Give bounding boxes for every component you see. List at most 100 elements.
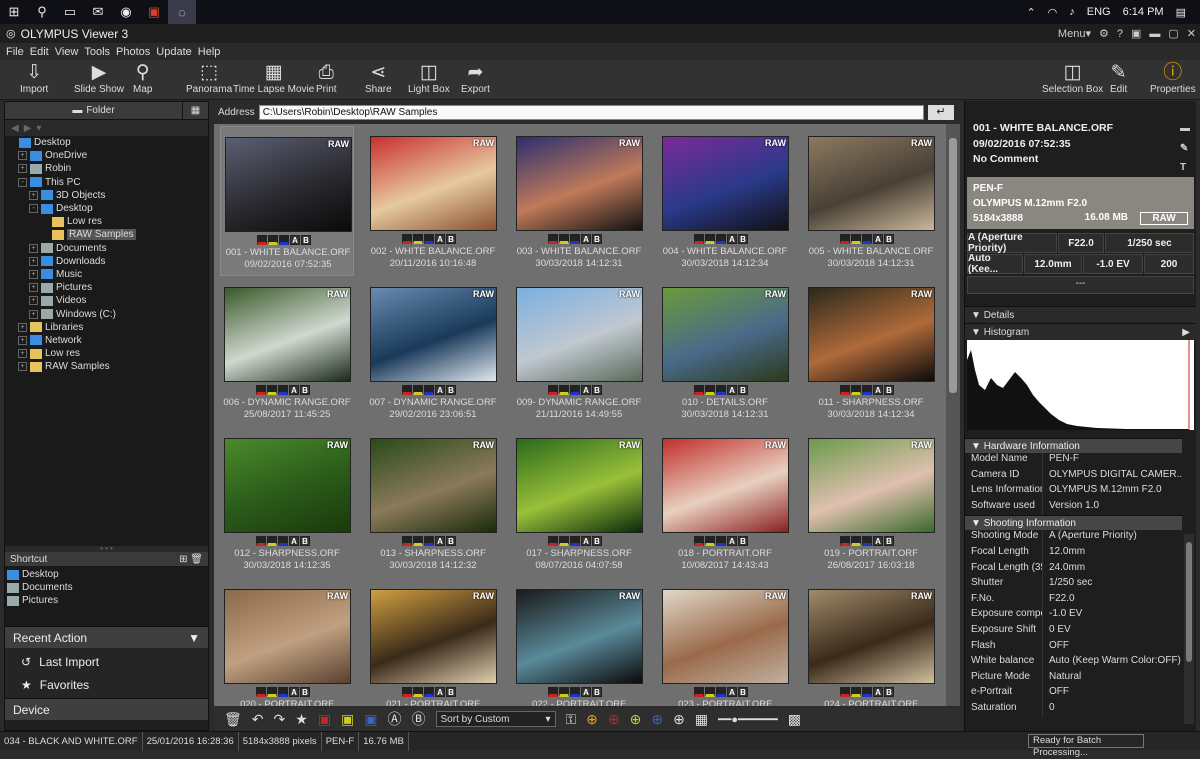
mark-icon[interactable] [413,536,423,546]
mark-icon[interactable] [424,385,434,395]
thumbnail-item[interactable]: RAW A B 001 - WHITE BALANCE.ORF 09/02/2016 0… [220,126,354,276]
rotate-left-icon[interactable]: ↶ [252,711,264,728]
mark-icon[interactable]: B [592,536,602,546]
menu-help[interactable]: Help [198,46,221,58]
expand-toggle-icon[interactable]: + [18,349,27,359]
tree-item[interactable]: - This PC [5,176,208,189]
menu-edit[interactable]: Edit [30,46,49,58]
print-button[interactable]: ⎙ Print [316,62,337,95]
mark-icon[interactable] [694,385,704,395]
panorama-button[interactable]: ⬚ Panorama [186,62,232,95]
mark-icon[interactable]: A [435,536,445,546]
mark-icon[interactable] [570,536,580,546]
lightbox-button[interactable]: ◫ Light Box [408,62,450,95]
mark-icon[interactable] [257,235,267,245]
expand-toggle-icon[interactable]: + [18,335,27,345]
mark-icon[interactable] [705,687,715,697]
mark-icon[interactable] [267,687,277,697]
mark-icon[interactable]: A [435,687,445,697]
photo-thumbnail[interactable]: RAW [516,589,643,684]
mark-icon[interactable] [402,234,412,244]
mail-icon[interactable]: ✉ [84,0,112,24]
thumbnail-item[interactable]: RAW A B 003 - WHITE BALANCE.ORF 30/03/2018 1… [512,126,646,276]
mark-icon[interactable] [267,536,277,546]
mark-icon[interactable]: A [581,234,591,244]
thumbnail-item[interactable]: RAW A B 024 - PORTRAIT.ORF [804,579,938,706]
clock[interactable]: 6:14 PM [1123,6,1164,18]
recent-action-header[interactable]: Recent Action ▼ [5,626,208,648]
photo-thumbnail[interactable]: RAW [662,589,789,684]
thumbnail-item[interactable]: RAW A B 017 - SHARPNESS.ORF 08/07/2016 04:07… [512,428,646,578]
trash-icon[interactable]: 🗑 [224,711,242,728]
tree-item[interactable]: + Robin [5,162,208,175]
folder-tab[interactable]: ▬ Folder [5,102,182,119]
shortcut-actions[interactable]: ⊞ 🗑 [179,554,203,565]
mark-icon[interactable] [278,536,288,546]
expand-toggle-icon[interactable]: + [18,151,27,161]
mark-icon[interactable] [570,234,580,244]
zoom-fit-icon[interactable]: ⊕ [586,711,598,728]
thumbnail-size-small-icon[interactable]: ▦ [695,711,708,728]
slideshow-button[interactable]: ▶ Slide Show [74,62,124,95]
mark-icon[interactable]: A [727,385,737,395]
mark-icon[interactable]: A [581,687,591,697]
photo-thumbnail[interactable]: RAW [224,287,351,382]
thumbnail-item[interactable]: RAW A B 002 - WHITE BALANCE.ORF 20/11/2016 1… [366,126,500,276]
minimize-button[interactable]: ▬ [1149,28,1160,40]
mark-icon[interactable]: B [738,234,748,244]
mark-icon[interactable] [279,235,289,245]
expand-toggle-icon[interactable]: + [18,322,27,332]
mark-icon[interactable]: A [873,536,883,546]
thumbnail-size-large-icon[interactable]: ▩ [788,711,801,728]
expand-toggle-icon[interactable]: + [29,269,38,279]
mark-icon[interactable] [840,536,850,546]
layout-icon[interactable]: ▣ [1131,27,1141,40]
import-button[interactable]: ⇩ Import [20,62,48,95]
mark-icon[interactable] [851,234,861,244]
thumbnail-item[interactable]: RAW A B 004 - WHITE BALANCE.ORF 30/03/2018 1… [658,126,792,276]
address-field[interactable]: C:\Users\Robin\Desktop\RAW Samples [258,104,924,120]
mark-icon[interactable] [716,385,726,395]
mark-icon[interactable]: B [301,235,311,245]
tree-item[interactable]: + Downloads [5,255,208,268]
tree-item[interactable]: - Desktop [5,202,208,215]
mark-icon[interactable] [256,687,266,697]
text-icon[interactable]: T [1180,160,1190,176]
thumbnail-item[interactable]: RAW A B 020 - PORTRAIT.ORF [220,579,354,706]
photo-thumbnail[interactable]: RAW [662,438,789,533]
search-icon[interactable]: ⚲ [28,0,56,24]
mark-icon[interactable] [840,385,850,395]
expand-toggle-icon[interactable]: - [18,177,27,187]
volume-icon[interactable]: ♪ [1069,6,1075,18]
zoom-red-icon[interactable]: ⊕ [608,711,620,728]
properties-scrollbar[interactable] [1184,534,1194,724]
mark-a-icon[interactable]: Ⓐ [388,709,402,729]
photo-thumbnail[interactable]: RAW [370,287,497,382]
mark-icon[interactable] [851,687,861,697]
device-header[interactable]: Device [5,698,208,720]
menu-button[interactable]: Menu▾ [1058,27,1091,40]
mark-icon[interactable]: B [592,385,602,395]
task-view-icon[interactable]: ▭ [56,0,84,24]
scrollbar-thumb[interactable] [1186,542,1192,662]
mark-icon[interactable] [570,687,580,697]
expand-toggle-icon[interactable]: - [29,204,38,214]
photo-thumbnail[interactable]: RAW [516,136,643,231]
mark-icon[interactable]: B [592,234,602,244]
chevron-up-icon[interactable]: ⌃ [1026,6,1035,19]
mark-icon[interactable] [694,687,704,697]
details-header[interactable]: ▼ Details [965,306,1196,323]
shortcut-item[interactable]: Pictures [5,594,208,607]
thumbnail-item[interactable]: RAW A B 006 - DYNAMIC RANGE.ORF 25/08/2017 1… [220,277,354,427]
thumbnail-item[interactable]: RAW A B 021 - PORTRAIT.ORF [366,579,500,706]
mark-icon[interactable] [548,385,558,395]
star-rating-icon[interactable]: ★ [295,711,308,728]
mark-icon[interactable]: B [592,687,602,697]
last-import-item[interactable]: ↺ Last Import [5,650,208,673]
mark-icon[interactable] [559,234,569,244]
mark-icon[interactable] [548,234,558,244]
dropdown-icon[interactable]: ▾ [36,123,41,134]
tree-item[interactable]: + Low res [5,347,208,360]
mark-icon[interactable] [559,536,569,546]
tree-item[interactable]: + Network [5,334,208,347]
